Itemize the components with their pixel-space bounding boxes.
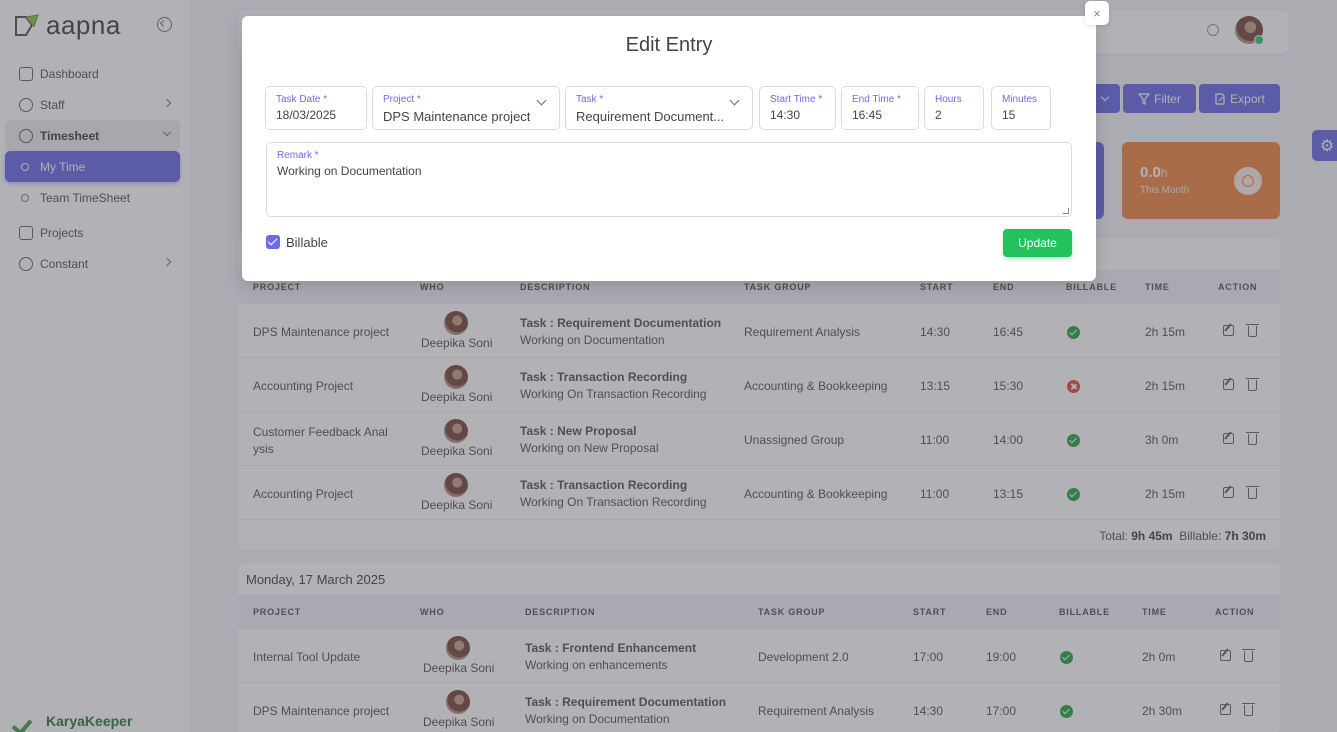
field-value: DPS Maintenance project — [383, 109, 531, 124]
billable-checkbox[interactable] — [266, 235, 280, 249]
field-value: 14:30 — [770, 108, 801, 122]
minutes-field[interactable]: Minutes 15 — [991, 86, 1051, 130]
field-value: Working on Documentation — [277, 164, 422, 178]
field-label: Task * — [576, 94, 604, 105]
chevron-down-icon — [536, 95, 547, 106]
field-value: 18/03/2025 — [276, 108, 337, 122]
field-label: Remark * — [277, 150, 319, 161]
field-label: Project * — [383, 94, 421, 105]
resize-handle-icon[interactable] — [1063, 208, 1069, 214]
update-button[interactable]: Update — [1003, 229, 1072, 257]
field-value: 15 — [1002, 108, 1016, 122]
task-date-field[interactable]: Task Date * 18/03/2025 — [265, 86, 367, 130]
remark-textarea[interactable]: Remark * Working on Documentation — [266, 142, 1072, 217]
field-value: 2 — [935, 108, 942, 122]
end-time-field[interactable]: End Time * 16:45 — [841, 86, 919, 130]
field-label: Start Time * — [770, 94, 823, 105]
project-select[interactable]: Project * DPS Maintenance project — [372, 86, 560, 130]
field-value: Requirement Document... — [576, 109, 725, 124]
start-time-field[interactable]: Start Time * 14:30 — [759, 86, 836, 130]
field-label: Task Date * — [276, 94, 328, 105]
billable-label[interactable]: Billable — [286, 235, 328, 250]
field-label: Minutes — [1002, 94, 1038, 105]
field-label: End Time * — [852, 94, 901, 105]
modal-title: Edit Entry — [625, 34, 713, 56]
edit-entry-modal: Edit Entry Task Date * 18/03/2025 Projec… — [242, 16, 1096, 281]
close-icon: × — [1093, 5, 1101, 21]
field-label: Hours — [935, 94, 962, 105]
hours-field[interactable]: Hours 2 — [924, 86, 984, 130]
field-value: 16:45 — [852, 108, 883, 122]
chevron-down-icon — [729, 95, 740, 106]
close-button[interactable]: × — [1085, 1, 1109, 25]
task-select[interactable]: Task * Requirement Document... — [565, 86, 753, 130]
